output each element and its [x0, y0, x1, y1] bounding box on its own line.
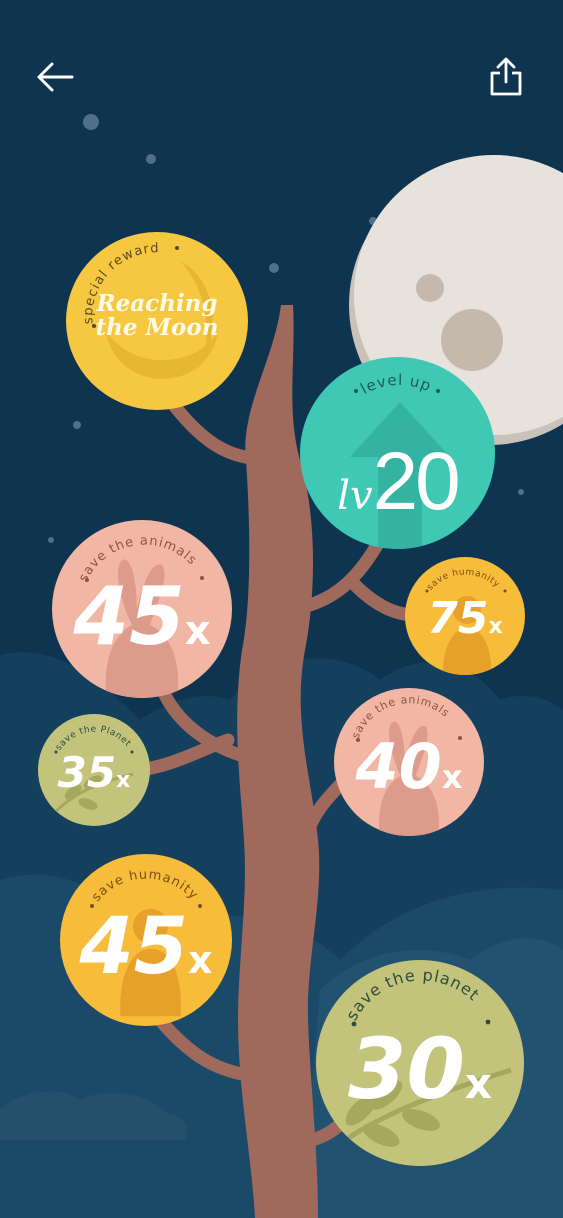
level-prefix: lv — [337, 473, 373, 519]
title-line-2: the Moon — [95, 314, 219, 342]
badge-value: 40x — [334, 730, 484, 803]
reward-tree-screen: special reward Reaching the Moon level u… — [0, 0, 563, 1218]
multiplier-number: 40 — [355, 730, 442, 803]
badge-caption: save humanity — [425, 567, 501, 592]
badge-value: 45x — [52, 570, 232, 663]
badge-save-humanity-45[interactable]: save humanity 45x — [60, 854, 232, 1026]
share-button[interactable] — [482, 54, 530, 102]
badge-save-planet-35[interactable]: save the Planet 35x — [38, 714, 150, 826]
multiplier-number: 45 — [73, 570, 185, 663]
share-icon — [490, 57, 522, 96]
badge-title: Reaching the Moon — [66, 290, 248, 342]
multiplier-number: 75 — [427, 593, 489, 644]
svg-text:save humanity: save humanity — [425, 567, 501, 592]
multiplier-number: 45 — [79, 902, 189, 992]
multiplier-suffix: x — [441, 758, 463, 796]
badge-value: 30x — [316, 1020, 524, 1118]
badge-caption: level up — [357, 371, 433, 398]
badge-save-planet-30[interactable]: save the planet 30x — [316, 960, 524, 1166]
multiplier-suffix: x — [184, 608, 211, 654]
multiplier-suffix: x — [188, 938, 213, 982]
multiplier-suffix: x — [116, 768, 131, 793]
svg-text:save the planet: save the planet — [342, 965, 483, 1023]
badge-value: 45x — [60, 902, 232, 992]
level-value: lv20 — [300, 435, 495, 529]
arrow-left-icon — [37, 62, 74, 92]
badge-value: 35x — [38, 748, 150, 797]
badge-level-up[interactable]: level up lv20 — [300, 357, 495, 549]
multiplier-suffix: x — [464, 1059, 492, 1108]
badge-special-reward-moon[interactable]: special reward Reaching the Moon — [66, 232, 248, 410]
multiplier-number: 30 — [348, 1020, 465, 1118]
badge-caption: save the planet — [342, 965, 482, 1023]
svg-text:level up: level up — [357, 371, 434, 398]
title-line-1: Reaching — [96, 290, 218, 317]
multiplier-number: 35 — [57, 748, 117, 797]
back-button[interactable] — [32, 52, 80, 100]
badge-value: 75x — [405, 593, 525, 644]
badge-save-animals-45[interactable]: save the animals 45x — [52, 520, 232, 698]
badge-save-animals-40[interactable]: save the animals 40x — [334, 688, 484, 836]
multiplier-suffix: x — [488, 614, 503, 639]
level-number: 20 — [372, 436, 461, 527]
badge-caption: save humanity — [89, 867, 200, 904]
svg-text:save humanity: save humanity — [89, 867, 201, 904]
badge-save-humanity-75[interactable]: save humanity 75x — [405, 557, 525, 675]
